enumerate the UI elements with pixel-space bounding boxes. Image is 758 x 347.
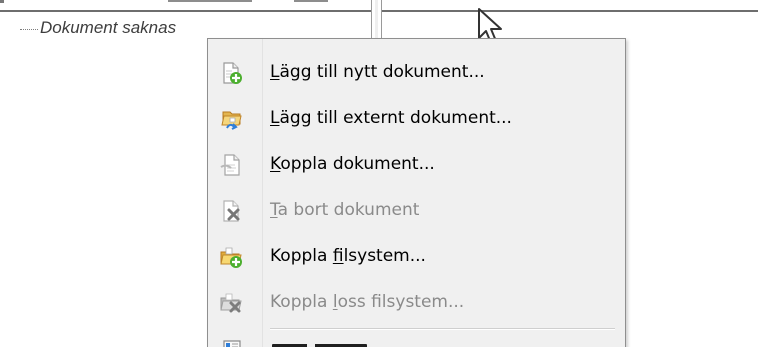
menu-item-link-document[interactable]: Koppla dokument... bbox=[208, 142, 625, 188]
tree-item-label: Dokument saknas bbox=[40, 18, 177, 37]
menu-item-add-external-document[interactable]: Lägg till externt dokument... bbox=[208, 96, 625, 142]
cropped-menu-icon bbox=[223, 340, 241, 347]
link-document-icon bbox=[220, 154, 240, 176]
document-context-menu: Lägg till nytt dokument... Lägg till ext… bbox=[207, 38, 626, 347]
menu-item-label: Koppla filsystem... bbox=[270, 246, 426, 266]
right-panel-top-border bbox=[382, 10, 758, 12]
menu-item-label: Koppla dokument... bbox=[270, 154, 435, 174]
menu-item-add-new-document[interactable]: Lägg till nytt dokument... bbox=[208, 50, 625, 96]
menu-item-disconnect-filesystem[interactable]: Koppla loss filsystem... bbox=[208, 280, 625, 326]
menu-item-label: Lägg till externt dokument... bbox=[270, 108, 512, 128]
new-document-icon bbox=[223, 62, 242, 84]
menu-item-connect-filesystem[interactable]: Koppla filsystem... bbox=[208, 234, 625, 280]
cropped-menu-text-gap bbox=[307, 342, 315, 347]
tree-item-missing-document[interactable]: Dokument saknas bbox=[20, 17, 176, 39]
menu-separator bbox=[270, 328, 615, 330]
menu-item-label: Koppla loss filsystem... bbox=[270, 292, 465, 312]
menu-item-remove-document[interactable]: Ta bort dokument bbox=[208, 188, 625, 234]
disconnect-filesystem-icon bbox=[220, 293, 242, 313]
external-document-icon bbox=[221, 111, 242, 130]
left-panel-top-border bbox=[0, 10, 371, 12]
remove-document-icon bbox=[223, 200, 240, 222]
tree-connector bbox=[20, 28, 38, 30]
connect-filesystem-icon bbox=[220, 247, 242, 268]
document-workspace: Dokument saknas Lägg till nytt dokument.… bbox=[0, 0, 758, 347]
cropped-top-line bbox=[294, 0, 328, 2]
menu-item-label: Lägg till nytt dokument... bbox=[270, 62, 485, 82]
cropped-top-line bbox=[0, 0, 4, 3]
menu-item-label: Ta bort dokument bbox=[270, 200, 420, 220]
cropped-top-line bbox=[168, 0, 252, 2]
